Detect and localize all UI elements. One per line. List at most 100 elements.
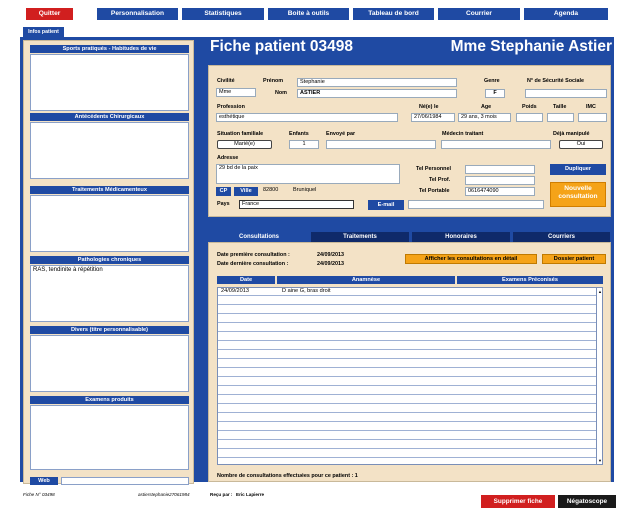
ville-button[interactable]: Ville (234, 187, 258, 196)
mail-button[interactable]: Courrier (438, 8, 520, 20)
email-button[interactable]: E-mail (368, 200, 404, 210)
toolbox-button[interactable]: Boite à outils (268, 8, 349, 20)
tab-infos-patient[interactable]: Infos patient (23, 27, 64, 37)
tab-courriers[interactable]: Courriers (513, 232, 610, 242)
table-row[interactable]: 24/09/2013 D aine G, bras droit (218, 288, 602, 296)
tab-honoraires[interactable]: Honoraires (412, 232, 510, 242)
col-anamnese-header[interactable]: Anamnèse (277, 276, 455, 284)
table-row[interactable] (218, 297, 602, 305)
tel-portable-field[interactable]: 0616474090 (465, 187, 535, 196)
email-field[interactable] (408, 200, 544, 209)
genre-label: Genre (484, 78, 500, 84)
web-field[interactable] (61, 477, 189, 485)
tel-perso-field[interactable] (465, 165, 535, 174)
adresse-field[interactable]: 29 bd de la paix (216, 164, 400, 184)
web-button[interactable]: Web (30, 477, 58, 485)
tab-traitements[interactable]: Traitements (311, 232, 409, 242)
poids-field[interactable] (516, 113, 543, 122)
scroll-down-icon[interactable]: ▼ (598, 458, 602, 463)
manipule-select[interactable]: Oui (559, 140, 603, 149)
table-row[interactable] (218, 306, 602, 314)
personalisation-button[interactable]: Personnalisation (97, 8, 178, 20)
nom-field[interactable]: ASTIER (297, 89, 457, 98)
new-consultation-button[interactable]: Nouvelle consultation (550, 182, 606, 207)
cp-field[interactable]: 82800 (261, 187, 289, 196)
naissance-field[interactable]: 27/06/1984 (411, 113, 455, 122)
secu-field[interactable] (525, 89, 607, 98)
tab-consultations[interactable]: Consultations (210, 232, 308, 242)
secu-label: N° de Sécurité Sociale (527, 78, 584, 84)
enfants-field[interactable]: 1 (289, 140, 319, 149)
table-row[interactable] (218, 423, 602, 431)
agenda-button[interactable]: Agenda (524, 8, 608, 20)
antecedents-field[interactable] (30, 122, 189, 179)
duplicate-button[interactable]: Dupliquer (550, 164, 606, 175)
table-row[interactable] (218, 324, 602, 332)
profession-label: Profession (217, 104, 245, 110)
left-panel: Sports pratiqués - Habitudes de vie Anté… (23, 40, 194, 485)
situation-select[interactable]: Marié(e) (217, 140, 272, 149)
table-row[interactable] (218, 360, 602, 368)
antecedents-heading: Antécédents Chirurgicaux (30, 113, 189, 121)
page-title: Fiche patient 03498 (210, 38, 354, 55)
taille-label: Taille (553, 104, 567, 110)
exams-heading: Examens produits (30, 396, 189, 404)
taille-field[interactable] (547, 113, 574, 122)
quit-button[interactable]: Quitter (26, 8, 73, 20)
age-label: Age (481, 104, 492, 110)
pays-field[interactable]: France (239, 200, 354, 209)
divers-heading: Divers (titre personnalisable) (30, 326, 189, 334)
dashboard-button[interactable]: Tableau de bord (353, 8, 434, 20)
consultation-count: Nombre de consultations effectuées pour … (217, 473, 358, 479)
treatments-field[interactable] (30, 195, 189, 252)
genre-field[interactable]: F (485, 89, 505, 98)
table-row[interactable] (218, 351, 602, 359)
medecin-field[interactable] (441, 140, 551, 149)
col-date-header[interactable]: Date (217, 276, 275, 284)
cp-button[interactable]: CP (216, 187, 231, 196)
scroll-up-icon[interactable]: ▲ (598, 289, 602, 294)
divers-field[interactable] (30, 335, 189, 392)
medecin-label: Médecin traitant (442, 131, 484, 137)
statistics-button[interactable]: Statistiques (182, 8, 264, 20)
pays-label: Pays (217, 201, 230, 207)
sports-field[interactable] (30, 54, 189, 111)
prenom-field[interactable]: Stephanie (297, 78, 457, 87)
table-row[interactable] (218, 315, 602, 323)
ville-field[interactable]: Bruniquel (291, 187, 403, 196)
nom-label: Nom (275, 90, 287, 96)
negatoscope-button[interactable]: Négatoscope (558, 495, 616, 508)
treatments-heading: Traitements Médicamenteux (30, 186, 189, 194)
civilite-field[interactable]: Mme (216, 88, 256, 97)
table-row[interactable] (218, 333, 602, 341)
show-consultations-detail-button[interactable]: Afficher les consultations en détail (405, 254, 537, 264)
table-row[interactable] (218, 405, 602, 413)
profession-field[interactable]: esthétique (216, 113, 398, 122)
sports-heading: Sports pratiqués - Habitudes de vie (30, 45, 189, 53)
table-row[interactable] (218, 387, 602, 395)
table-row[interactable] (218, 450, 602, 458)
exams-field[interactable] (30, 405, 189, 470)
adresse-label: Adresse (217, 155, 239, 161)
table-row[interactable] (218, 369, 602, 377)
situation-label: Situation familiale (217, 131, 264, 137)
envoye-label: Envoyé par (326, 131, 356, 137)
col-examens-header[interactable]: Examens Préconisés (457, 276, 603, 284)
table-row[interactable] (218, 378, 602, 386)
table-row[interactable] (218, 441, 602, 449)
table-scrollbar[interactable]: ▲ ▼ (596, 288, 602, 464)
table-row[interactable] (218, 432, 602, 440)
envoye-field[interactable] (326, 140, 436, 149)
consultations-table[interactable]: 24/09/2013 D aine G, bras droit ▲ ▼ (217, 287, 603, 465)
delete-record-button[interactable]: Supprimer fiche (481, 495, 555, 508)
tel-portable-label: Tel Portable (419, 188, 450, 194)
table-row[interactable] (218, 342, 602, 350)
manipule-label: Déjà manipulé (553, 131, 590, 137)
patient-file-button[interactable]: Dossier patient (542, 254, 606, 264)
table-row[interactable] (218, 414, 602, 422)
pathologies-field[interactable]: RAS, tendinite à répétition (30, 265, 189, 322)
pathologies-heading: Pathologies chroniques (30, 256, 189, 264)
imc-label: IMC (586, 104, 596, 110)
table-row[interactable] (218, 396, 602, 404)
tel-prof-field[interactable] (465, 176, 535, 185)
